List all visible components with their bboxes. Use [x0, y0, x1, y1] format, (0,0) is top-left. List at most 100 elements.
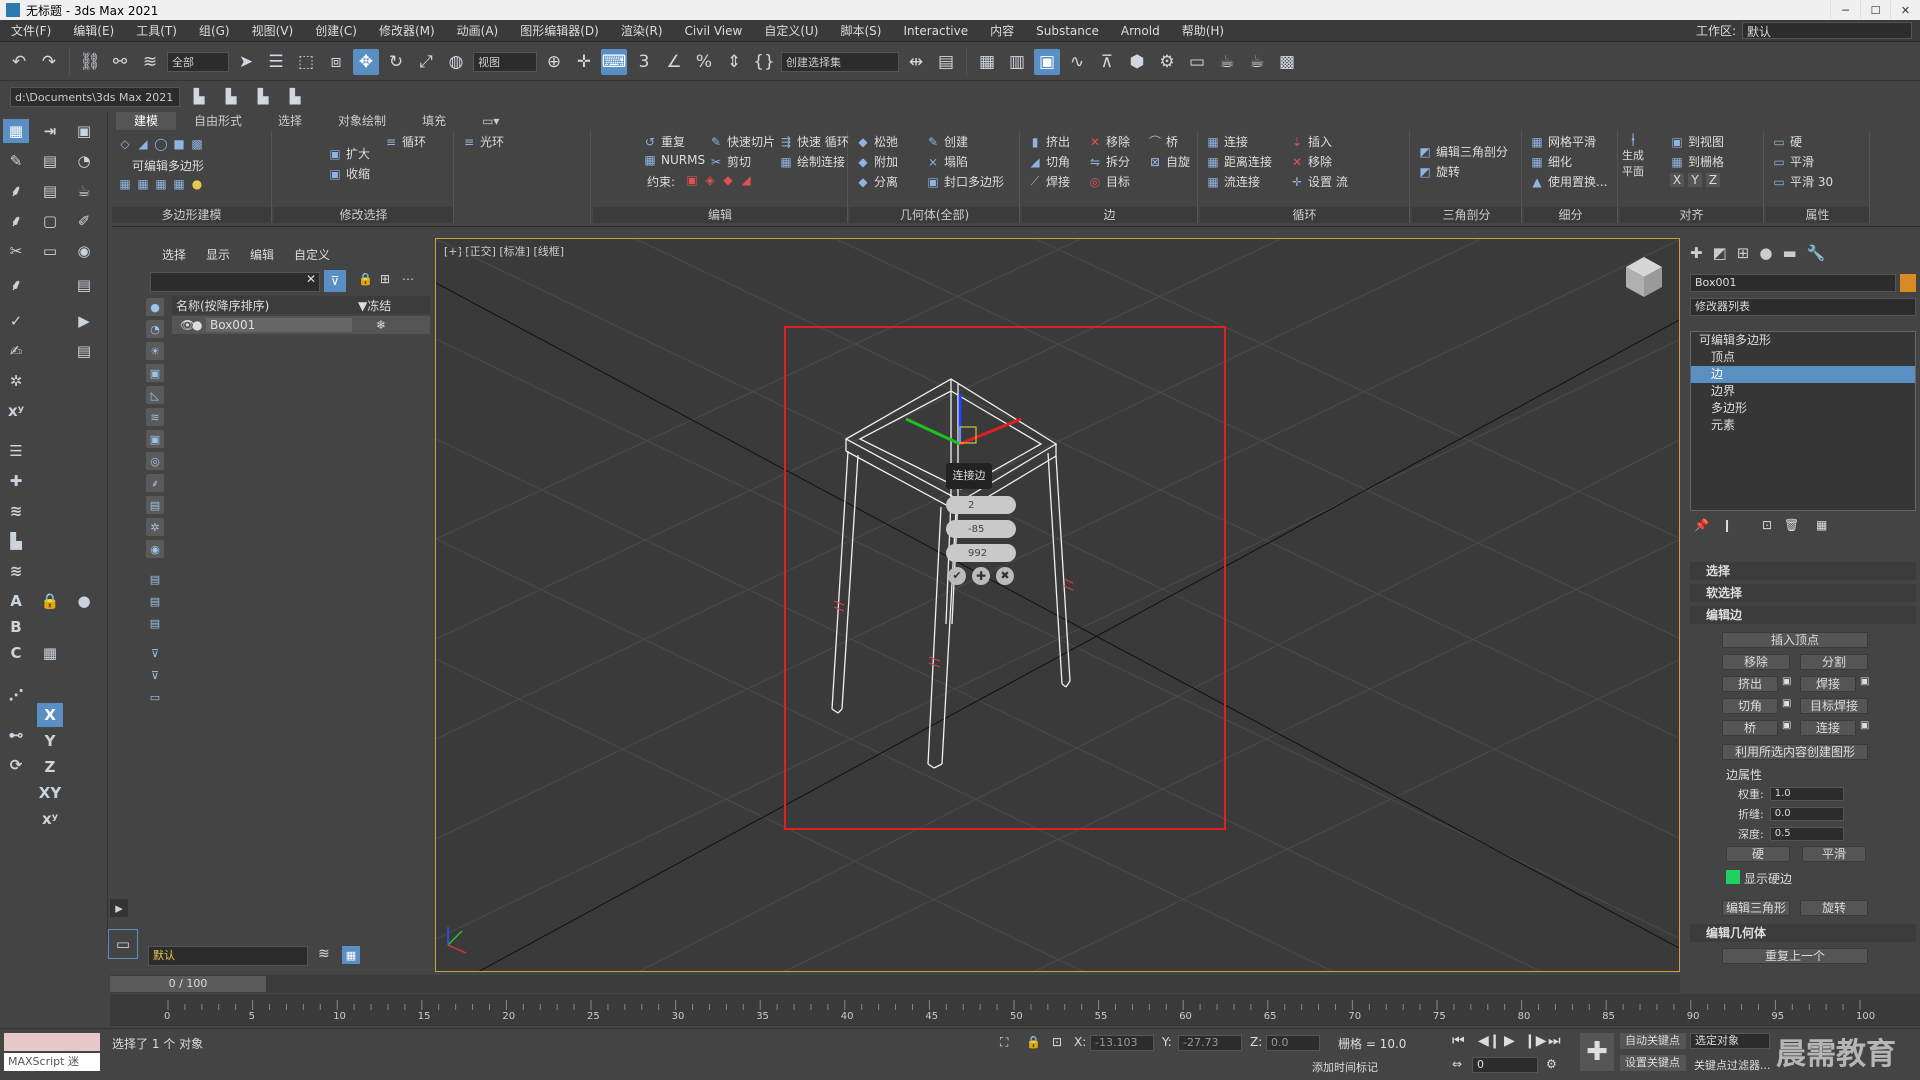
filter-cameras-icon[interactable]: ▣: [146, 364, 164, 382]
filter-lights-icon[interactable]: ☀: [146, 342, 164, 360]
paint-bucket-icon[interactable]: ▙: [3, 529, 29, 553]
to-grid-button[interactable]: ▦ 到栅格: [1670, 153, 1724, 170]
relax-button[interactable]: ◆ 松弛: [856, 133, 898, 150]
move-icon[interactable]: ✥: [353, 48, 379, 75]
key-mode-icon[interactable]: ⇔: [1452, 1057, 1462, 1071]
smooth30-button[interactable]: ▭ 平滑 30: [1772, 173, 1833, 190]
edit-triangles-button[interactable]: 编辑三角形: [1722, 900, 1790, 916]
menu-tools[interactable]: 工具(T): [125, 22, 188, 39]
layer-toggle-icon[interactable]: ▦: [342, 946, 360, 964]
caddy-cancel-icon[interactable]: ✖: [996, 567, 1014, 585]
set-flow-button[interactable]: ✛ 设置 流: [1290, 173, 1348, 190]
select-object-icon[interactable]: ➤: [233, 49, 259, 75]
tab-object-paint[interactable]: 对象绘制: [320, 112, 404, 130]
rollout-edit-edges[interactable]: 编辑边: [1690, 606, 1916, 624]
filter-icon[interactable]: ⊽: [324, 270, 346, 292]
chamfer-button[interactable]: ◢ 切角: [1028, 153, 1070, 170]
target-weld-button[interactable]: ◎ 目标: [1088, 173, 1130, 190]
modifier-list-select[interactable]: 修改器列表: [1690, 298, 1916, 316]
split-edge-button[interactable]: 分割: [1800, 654, 1868, 670]
chamfer-settings-icon[interactable]: ▣: [1782, 698, 1791, 709]
use-displacement-button[interactable]: ▲ 使用置换...: [1530, 173, 1607, 190]
key-filters-button[interactable]: 关键点过滤器...: [1694, 1057, 1771, 1073]
detach-button[interactable]: ◆ 分离: [856, 173, 898, 190]
brush-icon[interactable]: ⸙: [3, 179, 29, 203]
filter-funnel2-icon[interactable]: ⊽: [146, 666, 164, 684]
tab-populate[interactable]: 填充: [404, 112, 464, 130]
project-set-icon[interactable]: ▙: [218, 84, 244, 110]
array-icon[interactable]: ▦: [37, 641, 63, 665]
chamfer-edge-button[interactable]: 切角: [1722, 698, 1778, 714]
align-icon[interactable]: ▤: [933, 49, 959, 75]
goto-start-icon[interactable]: ⏮: [1452, 1033, 1465, 1049]
redo-icon[interactable]: ↷: [36, 49, 62, 75]
layers-icon[interactable]: ☰: [3, 439, 29, 463]
tab-selection[interactable]: 选择: [260, 112, 320, 130]
constrain-x-icon[interactable]: X: [37, 703, 63, 727]
filter-groups-icon[interactable]: ▣: [146, 430, 164, 448]
named-selection-select[interactable]: 创建选择集: [781, 51, 899, 72]
absolute-mode-icon[interactable]: ⊡: [1052, 1035, 1062, 1049]
pin-stack-icon[interactable]: 📌: [1694, 518, 1709, 532]
layer-list-icon[interactable]: ≋: [318, 946, 330, 962]
menu-file[interactable]: 文件(F): [0, 22, 62, 39]
filter-bones-icon[interactable]: ⸙: [146, 474, 164, 492]
rotate-icon[interactable]: ↻: [383, 49, 409, 75]
select-by-name-icon[interactable]: ☰: [263, 49, 289, 75]
tab-modeling[interactable]: 建模: [116, 112, 177, 130]
menu-graph-editors[interactable]: 图形编辑器(D): [509, 22, 610, 39]
menu-arnold[interactable]: Arnold: [1110, 24, 1171, 38]
render-frame-icon[interactable]: ▭: [1184, 49, 1210, 75]
mirror-icon[interactable]: ⇹: [903, 49, 929, 75]
menu-civil-view[interactable]: Civil View: [674, 24, 754, 38]
grow-button[interactable]: ▣ 扩大: [328, 145, 370, 162]
ribbon-toggle-icon[interactable]: ▣: [1034, 48, 1060, 75]
explorer-tab-display[interactable]: 显示: [206, 246, 230, 263]
clear-search-icon[interactable]: ✕: [306, 272, 316, 286]
extrude-settings-icon[interactable]: ▣: [1782, 676, 1791, 687]
display-tab-icon[interactable]: ▬: [1782, 244, 1796, 262]
text-b-icon[interactable]: B: [3, 615, 29, 639]
render-icon[interactable]: ☕: [1214, 49, 1240, 75]
spinner-snap-icon[interactable]: ⇕: [721, 49, 747, 75]
filter-all-icon[interactable]: ▤: [146, 592, 164, 610]
tessellate-button[interactable]: ▦ 细化: [1530, 153, 1572, 170]
cap-button[interactable]: ▣ 封口多边形: [926, 173, 1004, 190]
meshsmooth-button[interactable]: ▦ 网格平滑: [1530, 133, 1596, 150]
window-crossing-icon[interactable]: ⧈: [323, 49, 349, 75]
track-bar[interactable]: 0 5 10 15 20 25 30 35 40 45 50 55 60 65 70 75 80 85 90 95 10…: [110, 994, 1920, 1026]
spin-button[interactable]: ⊠ 自旋: [1148, 153, 1190, 170]
project-folder-icon[interactable]: ▙: [186, 84, 212, 110]
bend-icon[interactable]: ⸙: [3, 273, 29, 297]
caddy-segments-field[interactable]: 2: [946, 496, 1016, 514]
rollout-soft-select[interactable]: 软选择: [1690, 584, 1916, 602]
menu-animation[interactable]: 动画(A): [446, 22, 510, 39]
filter-particles-icon[interactable]: ✲: [146, 518, 164, 536]
nurms-button[interactable]: ▦ NURMS: [643, 153, 705, 167]
workspace-select[interactable]: 默认: [1742, 22, 1912, 39]
frozen-icon[interactable]: ❄: [352, 318, 386, 332]
options-icon[interactable]: ⋯: [402, 272, 414, 286]
x-coordinate-field[interactable]: -13.103: [1090, 1035, 1154, 1051]
project-open-icon[interactable]: ▙: [282, 84, 308, 110]
selection-filter-select[interactable]: 全部: [167, 51, 229, 72]
undo-icon[interactable]: ↶: [6, 49, 32, 75]
scale-icon[interactable]: ⤢: [413, 49, 439, 75]
menu-customize[interactable]: 自定义(U): [753, 22, 829, 39]
maximize-button[interactable]: ☐: [1860, 1, 1890, 19]
edit-named-sel-icon[interactable]: {}: [751, 49, 777, 75]
maxscript-input[interactable]: MAXScript 迷: [4, 1053, 100, 1071]
material-editor-icon[interactable]: ⬢: [1124, 49, 1150, 75]
menu-modifiers[interactable]: 修改器(M): [368, 22, 446, 39]
stack-item[interactable]: 多边形: [1691, 400, 1915, 417]
project-path-select[interactable]: d:\Documents\3ds Max 2021: [10, 87, 180, 107]
loop-remove-button[interactable]: ✕ 移除: [1290, 153, 1332, 170]
filter-frozen-icon[interactable]: ▤: [146, 570, 164, 588]
next-frame-icon[interactable]: ❙▶: [1524, 1033, 1547, 1049]
paint-sel-icon[interactable]: ✍: [3, 339, 29, 363]
project-create-icon[interactable]: ▙: [250, 84, 276, 110]
loop-button[interactable]: ≡ 循环: [384, 133, 426, 150]
time-config-icon[interactable]: ⚙: [1546, 1057, 1557, 1071]
remove-edge-button[interactable]: 移除: [1722, 654, 1790, 670]
hard-button[interactable]: ▭ 硬: [1772, 133, 1802, 150]
